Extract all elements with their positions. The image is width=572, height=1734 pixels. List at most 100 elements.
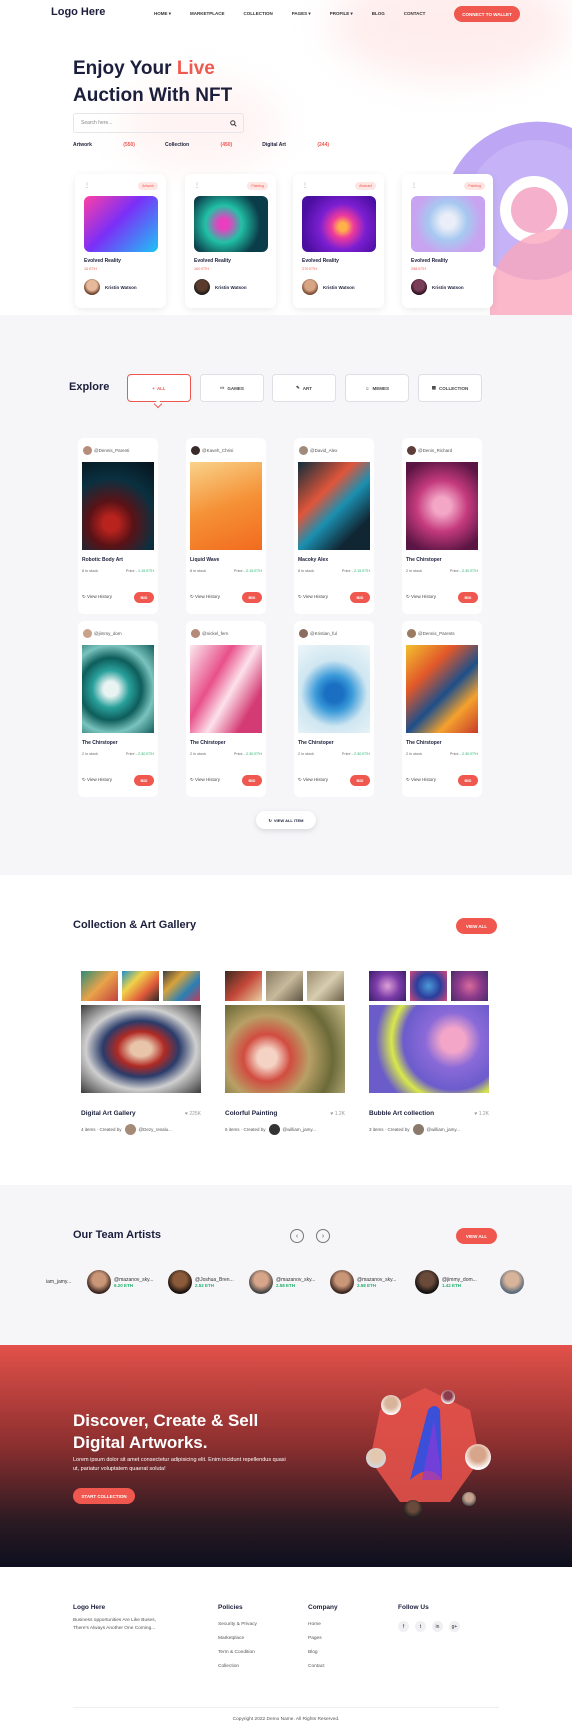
team-view-all-button[interactable]: VIEW ALL xyxy=(456,1228,497,1244)
likes[interactable]: ♥ 1.2K xyxy=(474,1111,489,1117)
card-user[interactable]: Kristin Watson xyxy=(105,285,137,290)
view-history-link[interactable]: ↻ View History xyxy=(298,777,328,783)
bid-button[interactable]: BID xyxy=(134,592,154,603)
start-collection-button[interactable]: START COLLECTION xyxy=(73,1488,135,1504)
view-history-link[interactable]: ↻ View History xyxy=(406,594,436,600)
more-icon[interactable]: ⋮ xyxy=(302,182,308,189)
auction-card[interactable]: ⋮ Artwork Evolved Reality 10 ETH Kristin… xyxy=(75,174,166,308)
logo[interactable]: Logo Here xyxy=(51,6,105,18)
filter-memes[interactable]: ☺ MEMES xyxy=(345,374,409,402)
footer-link[interactable]: Marketplace xyxy=(218,1636,244,1641)
menu-blog[interactable]: BLOG xyxy=(372,11,385,17)
more-icon[interactable]: ⋮ xyxy=(84,182,90,189)
filter-games[interactable]: ▭ GAMES xyxy=(200,374,264,402)
menu-pages[interactable]: PAGES ▾ xyxy=(292,11,311,17)
bid-button[interactable]: BID xyxy=(242,592,262,603)
nft-card[interactable]: @nickel_fern The Chirstoper 2 in stock P… xyxy=(186,621,266,797)
menu-marketplace[interactable]: MARKETPLACE xyxy=(190,11,225,17)
next-arrow-icon[interactable]: › xyxy=(316,1229,330,1243)
menu-profile[interactable]: PROFILE ▾ xyxy=(330,11,353,17)
view-all-items-button[interactable]: ↻ VIEW ALL ITEM xyxy=(256,811,316,829)
footer-logo[interactable]: Logo Here xyxy=(73,1604,105,1611)
auction-card[interactable]: ⋮ Painting Evolved Reality 258 ETH Krist… xyxy=(402,174,493,308)
view-history-link[interactable]: ↻ View History xyxy=(190,594,220,600)
more-icon[interactable]: ⋮ xyxy=(194,182,200,189)
view-history-link[interactable]: ↻ View History xyxy=(190,777,220,783)
bid-button[interactable]: BID xyxy=(350,775,370,786)
artist-item[interactable]: @Joshua_Bren... 2.52 ETH xyxy=(168,1268,234,1296)
bid-button[interactable]: BID xyxy=(458,592,478,603)
gallery-card[interactable]: Bubble Art collection ♥ 1.2K 3 items · C… xyxy=(363,965,489,1145)
connect-wallet-button[interactable]: CONNECT TO WALLET xyxy=(454,6,520,22)
likes[interactable]: ♥ 225K xyxy=(185,1111,201,1117)
gallery-card[interactable]: Colorful Painting ♥ 1.2K 6 items · Creat… xyxy=(219,965,345,1145)
author[interactable]: @william_jamy... xyxy=(427,1127,461,1132)
footer-link[interactable]: Pages xyxy=(308,1636,322,1641)
owner[interactable]: @jimmy_dom xyxy=(83,629,122,638)
footer-link[interactable]: Collection xyxy=(218,1664,239,1669)
owner[interactable]: @Dennis_Parents xyxy=(407,629,455,638)
footer-link[interactable]: Contact xyxy=(308,1664,325,1669)
nft-card[interactable]: @Dennis_Parents The Chirstoper 2 in stoc… xyxy=(402,621,482,797)
nft-card[interactable]: @Dennis_Parenti Robotic Body Art 8 in st… xyxy=(78,438,158,614)
filter-art[interactable]: ✎ ART xyxy=(272,374,336,402)
view-history-link[interactable]: ↻ View History xyxy=(82,777,112,783)
footer-link[interactable]: Blog xyxy=(308,1650,318,1655)
nft-card[interactable]: @David_Alex Macoky Alex 8 in stock Price… xyxy=(294,438,374,614)
footer-link[interactable]: Home xyxy=(308,1622,321,1627)
avatar xyxy=(194,279,210,295)
author[interactable]: @Dezy_resalu... xyxy=(139,1127,172,1132)
bid-button[interactable]: BID xyxy=(242,775,262,786)
card-user[interactable]: Kristin Watson xyxy=(215,285,247,290)
owner[interactable]: @Kristian_ful xyxy=(299,629,337,638)
search-icon[interactable] xyxy=(230,120,237,127)
twitter-icon[interactable]: t xyxy=(415,1621,426,1632)
linkedin-icon[interactable]: in xyxy=(432,1621,443,1632)
artist-item[interactable]: @mazanov_sky... 6.20 ETH xyxy=(87,1268,153,1296)
menu-contact[interactable]: CONTACT xyxy=(404,11,426,17)
menu-collection[interactable]: COLLECTION xyxy=(244,11,273,17)
artist-item[interactable]: @mazanov_sky... 2.58 ETH xyxy=(249,1268,315,1296)
artist-item[interactable]: @mazanov_sky... 2.58 ETH xyxy=(330,1268,396,1296)
search-input[interactable]: Search here... xyxy=(73,113,244,133)
google-plus-icon[interactable]: g+ xyxy=(449,1621,460,1632)
author[interactable]: @william_jamy... xyxy=(283,1127,317,1132)
artist-item[interactable] xyxy=(500,1268,527,1296)
prev-arrow-icon[interactable]: ‹ xyxy=(290,1229,304,1243)
filter-collection[interactable]: ▦ COLLECTION xyxy=(418,374,482,402)
owner[interactable]: @David_Alex xyxy=(299,446,337,455)
footer-link[interactable]: Term & Condition xyxy=(218,1650,255,1655)
owner[interactable]: @Dennis_Parenti xyxy=(83,446,129,455)
facebook-icon[interactable]: f xyxy=(398,1621,409,1632)
gallery-card[interactable]: Digital Art Gallery ♥ 225K 4 items · Cre… xyxy=(75,965,201,1145)
filter-all[interactable]: + ALL xyxy=(127,374,191,402)
card-user[interactable]: Kristin Watson xyxy=(432,285,464,290)
bid-button[interactable]: BID xyxy=(134,775,154,786)
avatar xyxy=(191,629,200,638)
auction-card[interactable]: ⋮ Painting Evolved Reality 100 ETH Krist… xyxy=(185,174,276,308)
bid-button[interactable]: BID xyxy=(458,775,478,786)
nft-card[interactable]: @Kristian_ful The Chirstoper 2 in stock … xyxy=(294,621,374,797)
view-history-link[interactable]: ↻ View History xyxy=(406,777,436,783)
owner[interactable]: @Denis_Richard xyxy=(407,446,452,455)
nft-card[interactable]: @jimmy_dom The Chirstoper 2 in stock Pri… xyxy=(78,621,158,797)
owner[interactable]: @nickel_fern xyxy=(191,629,228,638)
owner[interactable]: @Kaveh_Chrisi xyxy=(191,446,233,455)
view-history-link[interactable]: ↻ View History xyxy=(82,594,112,600)
likes[interactable]: ♥ 1.2K xyxy=(330,1111,345,1117)
card-user[interactable]: Kristin Watson xyxy=(323,285,355,290)
nft-card[interactable]: @Kaveh_Chrisi Liquid Wave 8 in stock Pri… xyxy=(186,438,266,614)
bid-button[interactable]: BID xyxy=(350,592,370,603)
view-history-link[interactable]: ↻ View History xyxy=(298,594,328,600)
more-icon[interactable]: ⋮ xyxy=(411,182,417,189)
gallery-view-all-button[interactable]: VIEW ALL xyxy=(456,918,497,934)
artist-item[interactable]: @jimmy_dom... 1.42 ETH xyxy=(415,1268,477,1296)
floating-avatar xyxy=(462,1492,476,1506)
auction-card[interactable]: ⋮ Abstract Evolved Reality 270 ETH Krist… xyxy=(293,174,384,308)
nft-card[interactable]: @Denis_Richard The Chirstoper 2 in stock… xyxy=(402,438,482,614)
footer-link[interactable]: Security & Privacy xyxy=(218,1622,257,1627)
artist-item[interactable]: iam_jamy... xyxy=(46,1268,71,1296)
artist-name: @jimmy_dom... xyxy=(442,1276,477,1283)
thumb-image xyxy=(410,971,447,1001)
menu-home[interactable]: HOME ▾ xyxy=(154,11,171,17)
